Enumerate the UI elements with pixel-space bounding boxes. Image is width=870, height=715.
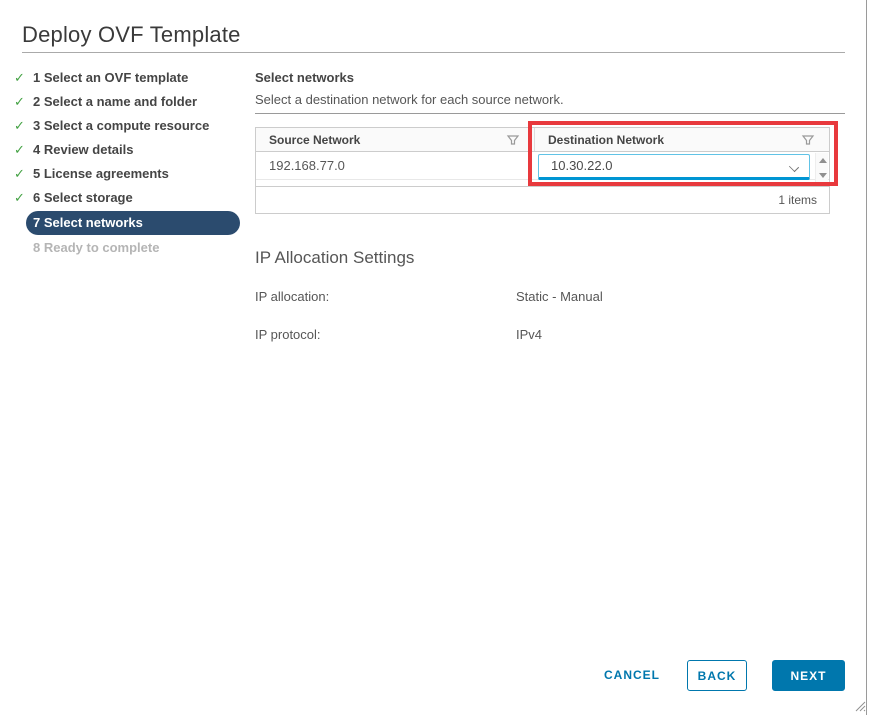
step-number: 2 [33, 94, 40, 109]
table-scrollbar [815, 153, 828, 183]
step-label: License agreements [44, 166, 169, 181]
resize-grip[interactable] [852, 698, 866, 712]
triangle-up-icon [819, 158, 827, 163]
ip-protocol-value: IPv4 [516, 327, 542, 342]
table-header-row: Source Network Destination Network [256, 128, 829, 152]
step-label: Select a compute resource [44, 118, 209, 133]
step-label: Select storage [44, 190, 133, 205]
destination-network-cell: 10.30.22.0 [534, 152, 829, 179]
step-label: Ready to complete [44, 240, 160, 255]
section-subheading: Select a destination network for each so… [255, 92, 564, 107]
deploy-ovf-dialog: Deploy OVF Template ✓ 1 Select an OVF te… [0, 0, 870, 715]
check-icon: ✓ [14, 186, 30, 210]
dialog-border [866, 0, 867, 715]
step-number: 3 [33, 118, 40, 133]
table-row: 192.168.77.0 10.30.22.0 [256, 152, 829, 180]
back-button[interactable]: BACK [687, 660, 747, 691]
destination-network-select[interactable]: 10.30.22.0 [538, 154, 810, 180]
step-5-license-agreements[interactable]: ✓ 5 License agreements [0, 162, 250, 186]
step-label: Select networks [44, 215, 143, 230]
table-footer-items-count: 1 items [256, 187, 829, 213]
network-mapping-table: Source Network Destination Network 192.1… [255, 127, 830, 214]
step-number: 8 [33, 240, 40, 255]
step-6-select-storage[interactable]: ✓ 6 Select storage [0, 186, 250, 210]
step-4-review-details[interactable]: ✓ 4 Review details [0, 138, 250, 162]
title-divider [22, 52, 845, 53]
content-divider [255, 113, 845, 114]
step-1-select-ovf-template[interactable]: ✓ 1 Select an OVF template [0, 66, 250, 90]
step-label: Select an OVF template [44, 70, 189, 85]
check-icon: ✓ [14, 90, 30, 114]
ip-allocation-label: IP allocation: [255, 289, 329, 304]
step-number: 5 [33, 166, 40, 181]
ip-protocol-label: IP protocol: [255, 327, 321, 342]
step-7-select-networks[interactable]: 7 Select networks [0, 211, 250, 235]
step-number: 6 [33, 190, 40, 205]
page-title: Deploy OVF Template [22, 22, 241, 48]
filter-icon[interactable] [801, 133, 815, 147]
step-number: 1 [33, 70, 40, 85]
check-icon: ✓ [14, 162, 30, 186]
step-number: 4 [33, 142, 40, 157]
next-button[interactable]: NEXT [772, 660, 845, 691]
ip-allocation-value: Static - Manual [516, 289, 603, 304]
selected-network-value: 10.30.22.0 [551, 158, 612, 173]
chevron-down-icon [790, 162, 799, 171]
wizard-steps: ✓ 1 Select an OVF template ✓ 2 Select a … [0, 66, 250, 260]
check-icon: ✓ [14, 138, 30, 162]
step-3-select-compute-resource[interactable]: ✓ 3 Select a compute resource [0, 114, 250, 138]
triangle-down-icon [819, 173, 827, 178]
cancel-button[interactable]: CANCEL [604, 660, 660, 690]
step-label: Review details [44, 142, 134, 157]
scroll-up-button[interactable] [816, 153, 829, 168]
step-number: 7 [33, 215, 40, 230]
step-label: Select a name and folder [44, 94, 197, 109]
column-header-destination-network: Destination Network [535, 128, 829, 152]
section-heading: Select networks [255, 70, 354, 85]
filter-icon[interactable] [506, 133, 520, 147]
step-8-ready-to-complete: 8 Ready to complete [0, 236, 250, 260]
check-icon: ✓ [14, 114, 30, 138]
ip-allocation-settings-heading: IP Allocation Settings [255, 248, 414, 268]
check-icon: ✓ [14, 66, 30, 90]
column-header-source-network: Source Network [256, 128, 534, 152]
scroll-down-button[interactable] [816, 168, 829, 183]
empty-row-strip [256, 180, 829, 187]
source-network-cell: 192.168.77.0 [256, 152, 534, 179]
step-2-select-name-folder[interactable]: ✓ 2 Select a name and folder [0, 90, 250, 114]
